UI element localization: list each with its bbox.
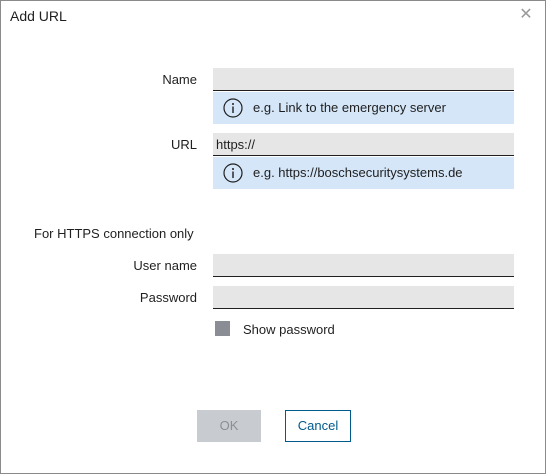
show-password-label[interactable]: Show password <box>243 322 335 337</box>
url-hint-text: e.g. https://boschsecuritysystems.de <box>253 165 463 180</box>
cancel-button[interactable]: Cancel <box>285 410 351 442</box>
ok-button[interactable]: OK <box>197 410 261 442</box>
url-field[interactable] <box>213 133 514 156</box>
name-hint-text: e.g. Link to the emergency server <box>253 100 446 115</box>
name-field[interactable] <box>213 68 514 91</box>
info-icon <box>223 163 243 183</box>
info-icon <box>223 98 243 118</box>
password-label: Password <box>139 290 197 305</box>
username-label: User name <box>133 258 197 273</box>
add-url-dialog: Add URL ✕ Name e.g. Link to the emergenc… <box>0 0 546 474</box>
show-password-checkbox[interactable] <box>215 321 230 336</box>
https-section-label: For HTTPS connection only <box>34 226 194 241</box>
dialog-title: Add URL <box>10 8 67 24</box>
url-label: URL <box>170 137 197 152</box>
name-hint: e.g. Link to the emergency server <box>213 92 514 124</box>
username-field[interactable] <box>213 254 514 277</box>
name-label: Name <box>162 72 197 87</box>
close-icon[interactable]: ✕ <box>517 6 535 24</box>
password-field[interactable] <box>213 286 514 309</box>
url-hint: e.g. https://boschsecuritysystems.de <box>213 157 514 189</box>
